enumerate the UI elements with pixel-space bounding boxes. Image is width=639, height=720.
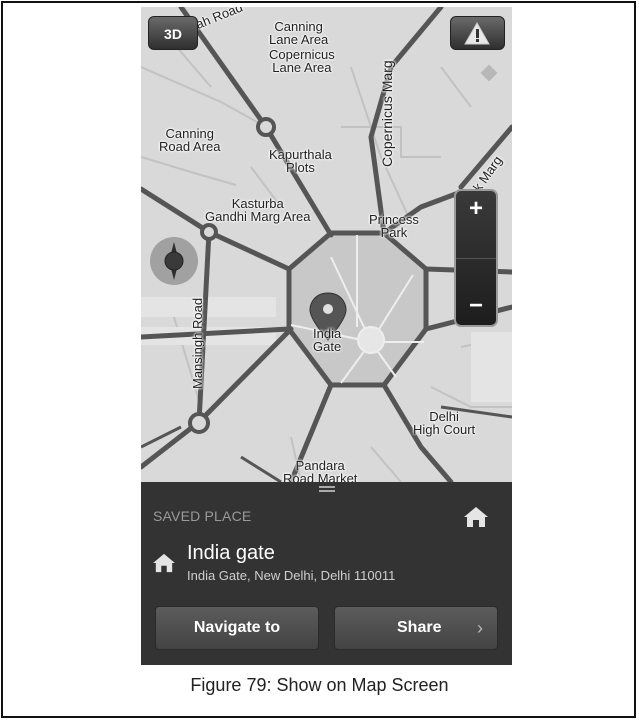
map-view[interactable]: Firoz Shah Road Canning Lane Area Copern… [141,7,512,485]
map-label-delhi-high-court: Delhi High Court [413,409,476,437]
drag-handle-icon[interactable] [319,486,335,492]
phone-screen: Firoz Shah Road Canning Lane Area Copern… [141,7,512,665]
map-label-canning-lane-area: Canning Lane Area [269,19,329,47]
3d-button[interactable]: 3D [148,16,198,50]
home-icon [152,553,176,578]
map-label-kapurthala-plots: Kapurthala Plots [269,147,332,175]
share-label: Share [397,619,442,636]
map-label-copernicus-lane-area: Copernicus Lane Area [269,47,335,75]
chevron-right-icon: › [477,618,483,638]
section-label: SAVED PLACE [153,508,252,524]
map-label-copernicus-marg: Copernicus Marg [379,60,395,167]
place-address: India Gate, New Delhi, Delhi 110011 [187,568,396,583]
map-label-princess-park: Princess Park [369,212,419,240]
report-button[interactable] [450,16,505,50]
map-label-canning-road-area: Canning Road Area [159,126,221,154]
place-name: India gate [187,542,275,564]
share-button[interactable]: Share › [334,606,498,650]
zoom-out-button[interactable]: − [456,258,496,325]
map-label-mansingh-road: Mansingh Road [190,297,205,389]
home-icon[interactable] [463,506,489,533]
navigate-button[interactable]: Navigate to [155,606,319,650]
compass-icon [164,242,184,280]
warning-icon [464,21,490,45]
place-panel: SAVED PLACE India gate India Gate, New D… [141,482,512,665]
zoom-control: + − [454,189,498,327]
map-label-kasturba-gandhi-marg-area: Kasturba Gandhi Marg Area [205,196,311,224]
map-label-india-gate: India Gate [313,326,342,354]
compass-button[interactable] [150,237,198,285]
zoom-in-button[interactable]: + [456,191,496,259]
figure-caption: Figure 79: Show on Map Screen [190,675,449,695]
